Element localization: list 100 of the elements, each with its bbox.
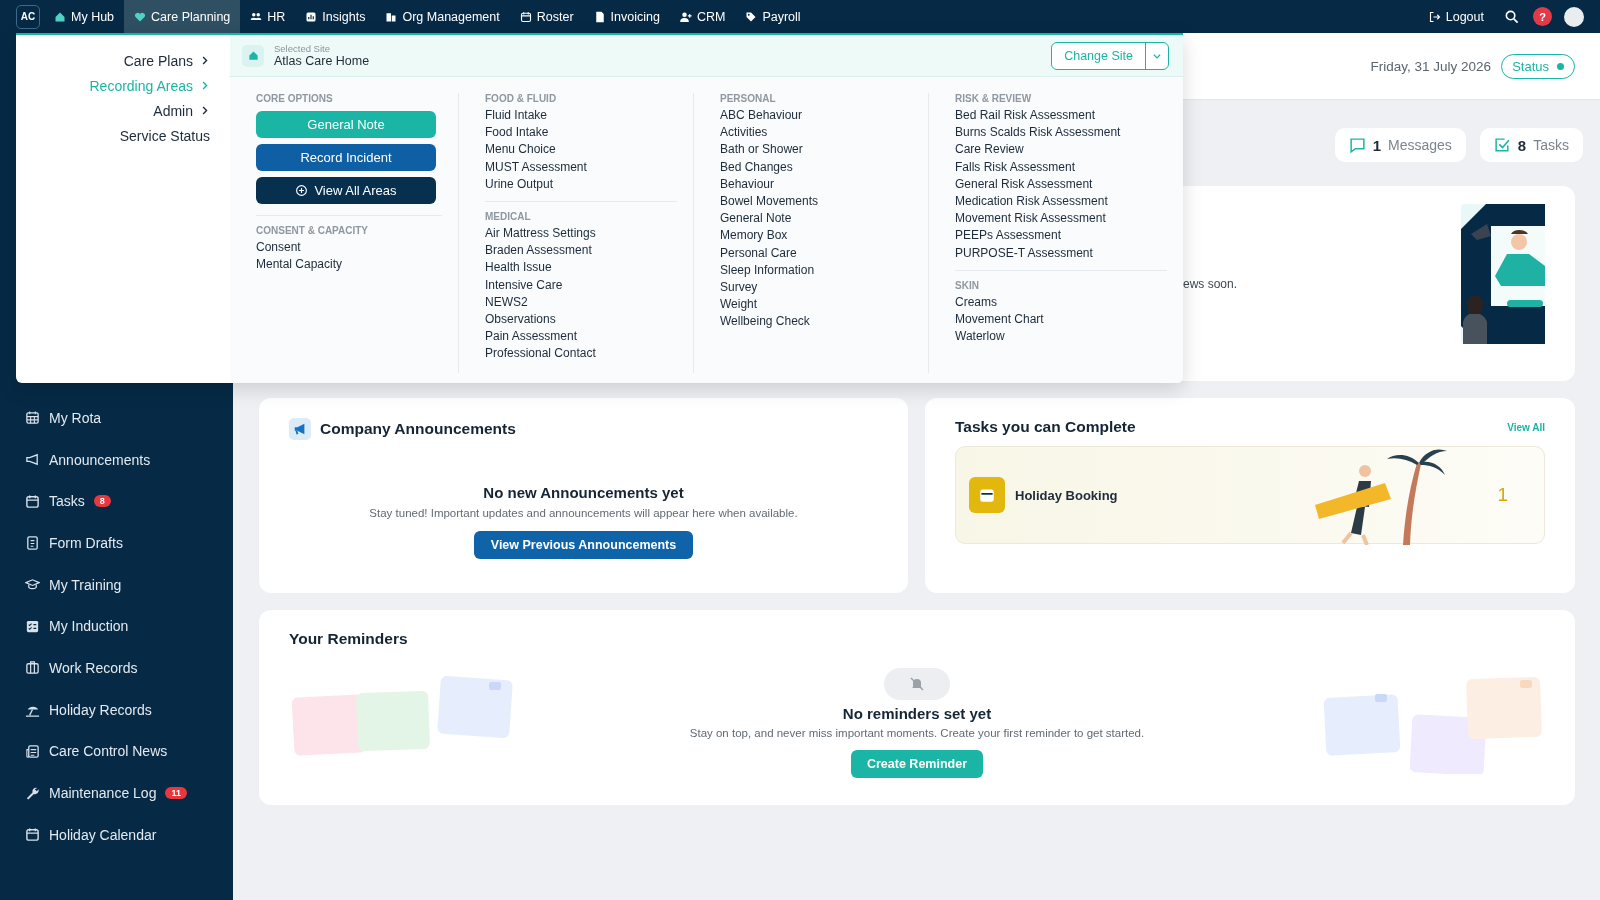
chat-icon xyxy=(1348,136,1366,154)
menu-link[interactable]: Consent xyxy=(256,239,442,257)
menu-button[interactable]: Record Incident xyxy=(256,144,436,171)
nav-tab[interactable]: CRM xyxy=(669,0,736,33)
summary-button[interactable]: 1 Messages xyxy=(1334,128,1466,162)
search-button[interactable] xyxy=(1504,9,1519,24)
view-previous-button[interactable]: View Previous Announcements xyxy=(473,531,694,559)
section-heading: RISK & REVIEW xyxy=(955,93,1033,104)
sidebar-item[interactable]: Form Drafts xyxy=(49,534,123,551)
menu-link[interactable]: Memory Box xyxy=(720,227,912,245)
menu-link[interactable]: Food Intake xyxy=(485,124,677,142)
logout-button[interactable]: Logout xyxy=(1418,0,1494,33)
wrench-icon xyxy=(25,785,40,801)
menu-link[interactable]: Behaviour xyxy=(720,175,912,193)
megaphone-icon xyxy=(293,422,307,436)
menu-link[interactable]: Burns Scalds Risk Assessment xyxy=(955,124,1167,142)
sidebar-item[interactable]: Announcements xyxy=(49,451,151,468)
briefcase-icon xyxy=(25,660,40,676)
empty-title: No new Announcements yet xyxy=(483,484,684,501)
summary-button[interactable]: 8 Tasks xyxy=(1479,128,1583,162)
menu-link[interactable]: Waterlow xyxy=(955,328,1167,346)
sidebar-item[interactable]: Holiday Records xyxy=(49,701,152,718)
checkbox-icon xyxy=(1493,136,1511,154)
sidebar-item[interactable]: Tasks xyxy=(49,493,85,510)
card-title: Company Announcements xyxy=(320,420,516,438)
menu-category[interactable]: Service Status xyxy=(119,126,210,145)
heart-icon xyxy=(134,10,147,23)
task-label: Holiday Booking xyxy=(1015,487,1119,503)
menu-link[interactable]: Care Review xyxy=(955,141,1167,159)
section-heading: CORE OPTIONS xyxy=(256,93,334,104)
sidebar-item[interactable]: Holiday Calendar xyxy=(49,826,157,843)
document-icon xyxy=(593,10,606,23)
nav-tab[interactable]: Roster xyxy=(509,0,584,33)
sidebar-item[interactable]: My Training xyxy=(49,576,122,593)
menu-link[interactable]: Creams xyxy=(955,293,1167,312)
nav-tab[interactable]: Invoicing xyxy=(583,0,670,33)
nav-tab[interactable]: HR xyxy=(240,0,296,33)
help-button[interactable]: ? xyxy=(1533,7,1552,26)
menu-link[interactable]: Weight xyxy=(720,296,912,314)
calendar-icon xyxy=(25,493,40,509)
menu-link[interactable]: Falls Risk Assessment xyxy=(955,158,1167,176)
menu-link[interactable]: Survey xyxy=(720,279,912,297)
menu-category[interactable]: Care Plans xyxy=(123,51,210,70)
menu-link[interactable]: Intensive Care xyxy=(485,276,677,294)
count-badge: 8 xyxy=(93,495,111,508)
sidebar-item[interactable]: My Induction xyxy=(49,618,129,635)
menu-link[interactable]: Braden Assessment xyxy=(485,242,677,260)
menu-link[interactable]: Air Mattress Settings xyxy=(485,225,677,243)
menu-link[interactable]: Bath or Shower xyxy=(720,141,912,159)
menu-link[interactable]: Wellbeing Check xyxy=(720,313,912,331)
menu-link[interactable]: Pain Assessment xyxy=(485,328,677,346)
menu-link[interactable]: Health Issue xyxy=(485,259,677,277)
menu-link[interactable]: Observations xyxy=(485,311,677,329)
menu-link[interactable]: NEWS2 xyxy=(485,293,677,312)
menu-link[interactable]: Urine Output xyxy=(485,175,677,193)
card-title: Tasks you can Complete xyxy=(955,418,1136,436)
user-avatar[interactable] xyxy=(1564,6,1584,27)
menu-link[interactable]: Sleep Information xyxy=(720,261,912,280)
home-icon xyxy=(54,10,66,23)
site-caption: Selected Site xyxy=(274,43,331,54)
bell-off-icon xyxy=(909,676,925,692)
sidebar-item[interactable]: Maintenance Log xyxy=(49,785,157,802)
menu-link[interactable]: Bowel Movements xyxy=(720,193,912,211)
menu-link[interactable]: General Risk Assessment xyxy=(955,175,1167,193)
megaphone-icon xyxy=(25,452,40,468)
menu-button[interactable]: View All Areas xyxy=(256,177,436,204)
empty-message: Stay tuned! Important updates and announcements will appear here when available. xyxy=(369,507,798,519)
menu-link[interactable]: MUST Assessment xyxy=(485,158,677,176)
nav-tab[interactable]: Payroll xyxy=(735,0,811,33)
menu-link[interactable]: PEEPs Assessment xyxy=(955,227,1167,245)
menu-link[interactable]: ABC Behaviour xyxy=(720,107,912,125)
nav-tab[interactable]: Care Planning xyxy=(124,0,241,33)
menu-link[interactable]: Activities xyxy=(720,124,912,142)
empty-message: Stay on top, and never miss important moments. Create your first reminder to get started. xyxy=(689,727,1145,739)
sidebar-item[interactable]: Care Control News xyxy=(49,743,168,760)
section-heading: SKIN xyxy=(955,279,980,291)
calendar-icon xyxy=(25,827,40,843)
nav-tab[interactable]: Org Management xyxy=(375,0,510,33)
menu-link[interactable]: Personal Care xyxy=(720,244,912,262)
menu-link[interactable]: Menu Choice xyxy=(485,141,677,159)
menu-link[interactable]: Movement Chart xyxy=(955,311,1167,329)
nav-tab[interactable]: Insights xyxy=(295,0,376,33)
section-heading: MEDICAL xyxy=(485,211,532,222)
menu-link[interactable]: Professional Contact xyxy=(485,345,677,363)
menu-link[interactable]: Mental Capacity xyxy=(256,256,442,274)
menu-link[interactable]: Medication Risk Assessment xyxy=(955,193,1167,211)
menu-link[interactable]: Movement Risk Assessment xyxy=(955,210,1167,228)
sidebar-item[interactable]: Work Records xyxy=(49,659,138,676)
menu-link[interactable]: General Note xyxy=(720,210,912,228)
nav-tab[interactable]: My Hub xyxy=(44,0,125,33)
menu-link[interactable]: Bed Rail Risk Assessment xyxy=(955,107,1167,125)
plus-circle-icon xyxy=(295,184,309,197)
menu-category[interactable]: Admin xyxy=(153,101,210,120)
sidebar-item[interactable]: My Rota xyxy=(49,409,102,426)
menu-link[interactable]: PURPOSE-T Assessment xyxy=(955,244,1167,262)
task-row[interactable]: Holiday Booking 1 xyxy=(955,446,1545,544)
site-name: Atlas Care Home xyxy=(274,54,370,68)
app-logo[interactable]: AC xyxy=(16,4,40,29)
menu-link[interactable]: Bed Changes xyxy=(720,158,912,176)
menu-link[interactable]: Fluid Intake xyxy=(485,107,677,125)
